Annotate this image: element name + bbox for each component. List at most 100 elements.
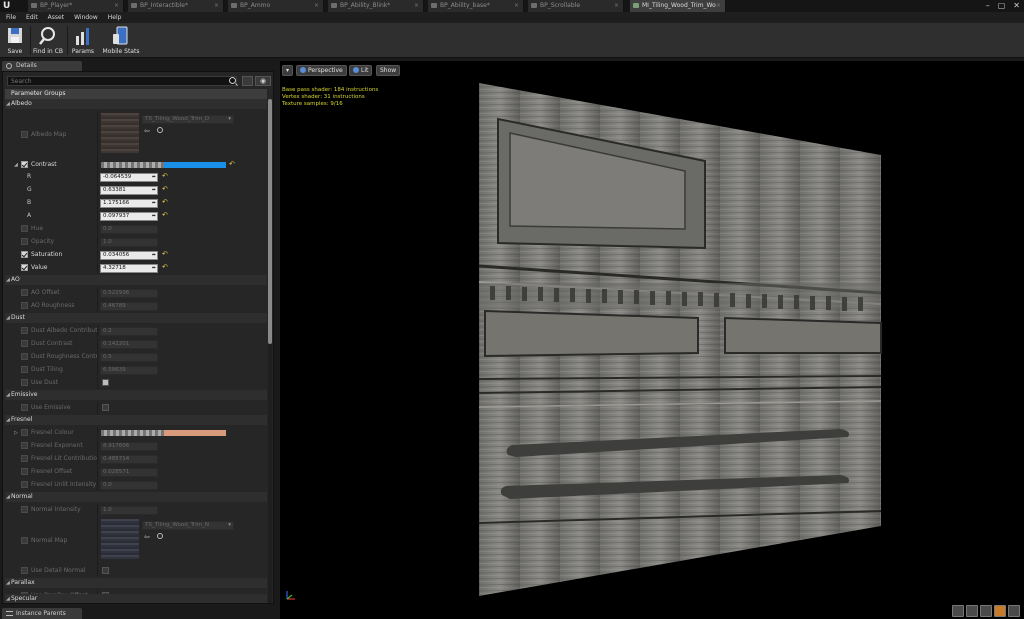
override-checkbox[interactable]	[21, 567, 28, 574]
override-checkbox[interactable]	[21, 264, 28, 271]
save-button[interactable]: Save	[2, 24, 28, 57]
menu-asset[interactable]: Asset	[48, 12, 64, 23]
tab-bp-ability-blink[interactable]: BP_Ability_Blink* ×	[328, 0, 424, 12]
view-options-eye-icon[interactable]: ◉	[255, 76, 271, 86]
numeric-field[interactable]: 0.46789	[100, 302, 158, 311]
close-icon[interactable]: ×	[514, 0, 519, 12]
numeric-field[interactable]: 8.917606	[100, 442, 158, 451]
numeric-field[interactable]: 0.2	[100, 327, 158, 336]
override-checkbox[interactable]	[21, 353, 28, 360]
close-icon[interactable]: ×	[114, 0, 119, 12]
search-input[interactable]	[7, 76, 237, 86]
browse-search-icon[interactable]	[157, 127, 163, 133]
minimize-button[interactable]: –	[986, 0, 990, 12]
tab-bp-player[interactable]: BP_Player* ×	[28, 0, 124, 12]
override-checkbox[interactable]	[21, 327, 28, 334]
material-preview-viewport[interactable]: ▾ Perspective Lit Show Base pass shader:…	[280, 61, 1024, 619]
numeric-field[interactable]: 0.63381 ⬌	[100, 186, 158, 195]
numeric-field[interactable]: 0.485714	[100, 455, 158, 464]
override-checkbox[interactable]	[21, 289, 28, 296]
reset-to-default-icon[interactable]: ↶	[162, 263, 168, 272]
override-checkbox[interactable]	[21, 366, 28, 373]
override-checkbox[interactable]	[21, 131, 28, 138]
drag-handle-icon[interactable]: ⬌	[152, 265, 156, 272]
maximize-button[interactable]: ▢	[998, 0, 1006, 12]
override-checkbox[interactable]	[21, 468, 28, 475]
numeric-field[interactable]: 0.142201	[100, 340, 158, 349]
value-checkbox[interactable]	[102, 404, 109, 411]
find-in-cb-button[interactable]: Find in CB	[32, 24, 64, 57]
contrast-color-swatch[interactable]	[101, 162, 226, 168]
category-albedo[interactable]: ◢ Albedo	[5, 99, 267, 109]
category-dust[interactable]: ◢ Dust	[5, 313, 267, 323]
override-checkbox[interactable]	[21, 442, 28, 449]
normal-texture-thumbnail[interactable]	[101, 519, 139, 559]
numeric-field[interactable]: 0.0	[100, 225, 158, 234]
params-button[interactable]: Params	[69, 24, 97, 57]
mobile-stats-button[interactable]: Mobile Stats	[100, 24, 142, 57]
category-emissive[interactable]: ◢ Emissive	[5, 390, 267, 400]
numeric-field[interactable]: -0.064539 ⬌	[100, 173, 158, 182]
tab-mi-tiling-wood-trim[interactable]: MI_Tiling_Wood_Trim_Wo ×	[630, 0, 726, 12]
use-selected-arrow-icon[interactable]: ⇦	[144, 533, 150, 541]
reset-to-default-icon[interactable]: ↶	[162, 211, 168, 220]
reset-to-default-icon[interactable]: ↶	[162, 172, 168, 181]
tab-bp-ability-base[interactable]: BP_Ability_base* ×	[428, 0, 524, 12]
override-checkbox[interactable]	[21, 225, 28, 232]
menu-window[interactable]: Window	[74, 12, 98, 23]
override-checkbox[interactable]	[21, 481, 28, 488]
category-fresnel[interactable]: ◢ Fresnel	[5, 415, 267, 425]
numeric-field[interactable]: 0.522936	[100, 289, 158, 298]
override-checkbox[interactable]	[21, 429, 28, 436]
reset-to-default-icon[interactable]: ↶	[229, 160, 235, 169]
close-window-button[interactable]: ✕	[1013, 0, 1020, 12]
numeric-field[interactable]: 4.32718 ⬌	[100, 264, 158, 273]
browse-search-icon[interactable]	[157, 533, 163, 539]
override-checkbox[interactable]	[21, 238, 28, 245]
override-checkbox[interactable]	[21, 161, 28, 168]
menu-edit[interactable]: Edit	[26, 12, 38, 23]
numeric-field[interactable]: 1.175166 ⬌	[100, 199, 158, 208]
albedo-texture-thumbnail[interactable]	[101, 113, 139, 153]
sphere-shape-button[interactable]	[966, 605, 978, 617]
override-checkbox[interactable]	[21, 455, 28, 462]
drag-handle-icon[interactable]: ⬌	[152, 200, 156, 207]
expand-arrow-icon[interactable]: ▷	[14, 427, 18, 439]
cube-shape-button[interactable]	[994, 605, 1006, 617]
tab-bp-scrollable[interactable]: BP_Scrollable ×	[528, 0, 624, 12]
fresnel-color-swatch[interactable]	[101, 430, 226, 436]
cylinder-shape-button[interactable]	[952, 605, 964, 617]
mesh-shape-button[interactable]	[1008, 605, 1020, 617]
property-matrix-button[interactable]	[242, 76, 253, 86]
instance-parents-tab[interactable]: Instance Parents	[2, 608, 82, 619]
numeric-field[interactable]: 1.0	[100, 238, 158, 247]
albedo-texture-select[interactable]: TX_Tiling_Wood_Trim_D ▾	[142, 115, 234, 124]
numeric-field[interactable]: 1.0	[100, 506, 158, 515]
tab-bp-interactible[interactable]: BP_Interactible* ×	[128, 0, 224, 12]
menu-help[interactable]: Help	[108, 12, 122, 23]
override-checkbox[interactable]	[21, 506, 28, 513]
scrollbar-thumb[interactable]	[268, 99, 272, 344]
reset-to-default-icon[interactable]: ↶	[162, 198, 168, 207]
menu-file[interactable]: File	[6, 12, 16, 23]
reset-to-default-icon[interactable]: ↶	[162, 185, 168, 194]
value-checkbox[interactable]	[102, 379, 109, 386]
reset-to-default-icon[interactable]: ↶	[162, 250, 168, 259]
numeric-field[interactable]: 0.5	[100, 353, 158, 362]
drag-handle-icon[interactable]: ⬌	[152, 213, 156, 220]
category-normal[interactable]: ◢ Normal	[5, 492, 267, 502]
override-checkbox[interactable]	[21, 251, 28, 258]
expand-arrow-icon[interactable]: ◢	[14, 159, 18, 171]
numeric-field[interactable]: 0.097937 ⬌	[100, 212, 158, 221]
numeric-field[interactable]: 6.59639	[100, 366, 158, 375]
drag-handle-icon[interactable]: ⬌	[152, 252, 156, 259]
use-selected-arrow-icon[interactable]: ⇦	[144, 127, 150, 135]
normal-texture-select[interactable]: TX_Tiling_Wood_Trim_N ▾	[142, 521, 234, 530]
close-icon[interactable]: ×	[214, 0, 219, 12]
close-icon[interactable]: ×	[314, 0, 319, 12]
search-icon[interactable]	[229, 77, 236, 84]
close-icon[interactable]: ×	[414, 0, 419, 12]
numeric-field[interactable]: 0.028571	[100, 468, 158, 477]
value-checkbox[interactable]	[102, 567, 109, 574]
category-parallax[interactable]: ◢ Parallax	[5, 578, 267, 588]
